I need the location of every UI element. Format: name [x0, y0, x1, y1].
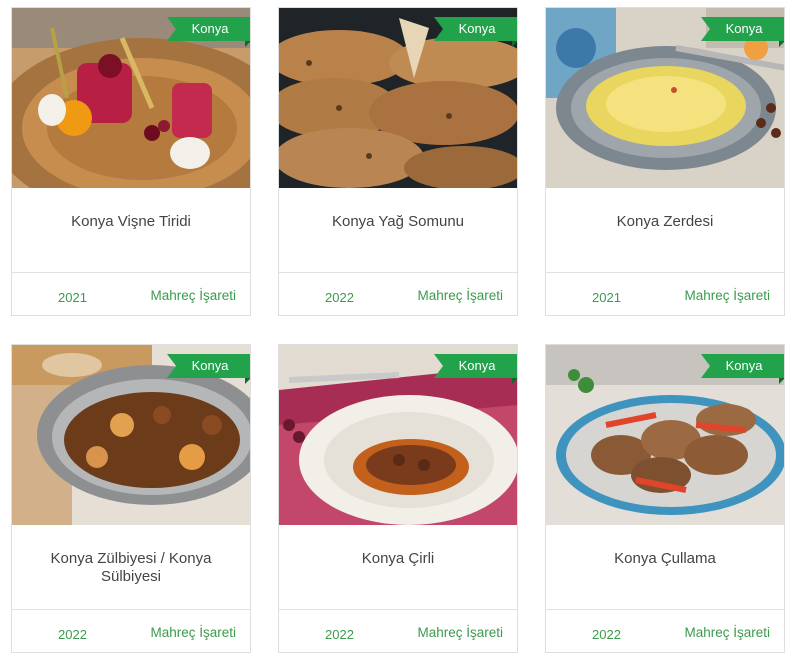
region-badge: Konya — [434, 17, 517, 41]
product-card[interactable]: Konya Konya Zerdesi 2021 Mahreç İşareti — [545, 7, 785, 316]
mahrec-link[interactable]: Mahreç İşareti — [417, 288, 503, 303]
registration-year: 2021 — [592, 290, 621, 305]
mahrec-link[interactable]: Mahreç İşareti — [684, 288, 770, 303]
card-title[interactable]: Konya Vişne Tiridi — [30, 213, 232, 231]
product-card[interactable]: Konya Konya Zülbiyesi / Konya Sülbiyesi … — [11, 344, 251, 653]
registration-year: 2022 — [325, 290, 354, 305]
mahrec-link[interactable]: Mahreç İşareti — [417, 625, 503, 640]
registration-year: 2022 — [592, 627, 621, 642]
card-title[interactable]: Konya Çirli — [297, 550, 499, 568]
registration-year: 2021 — [58, 290, 87, 305]
card-divider — [546, 609, 784, 610]
badge-fold — [779, 41, 784, 47]
mahrec-link[interactable]: Mahreç İşareti — [684, 625, 770, 640]
card-divider — [546, 272, 784, 273]
mahrec-link[interactable]: Mahreç İşareti — [150, 288, 236, 303]
card-divider — [12, 272, 250, 273]
product-card[interactable]: Konya Konya Çullama 2022 Mahreç İşareti — [545, 344, 785, 653]
card-title[interactable]: Konya Çullama — [564, 550, 766, 568]
badge-fold — [245, 378, 250, 384]
card-divider — [12, 609, 250, 610]
card-title[interactable]: Konya Yağ Somunu — [297, 213, 499, 231]
region-badge: Konya — [701, 17, 784, 41]
product-card[interactable]: Konya Konya Yağ Somunu 2022 Mahreç İşare… — [278, 7, 518, 316]
card-divider — [279, 609, 517, 610]
mahrec-link[interactable]: Mahreç İşareti — [150, 625, 236, 640]
region-badge: Konya — [434, 354, 517, 378]
product-card[interactable]: Konya Konya Çirli 2022 Mahreç İşareti — [278, 344, 518, 653]
badge-fold — [512, 378, 517, 384]
region-badge: Konya — [701, 354, 784, 378]
card-divider — [279, 272, 517, 273]
badge-fold — [779, 378, 784, 384]
region-badge: Konya — [167, 17, 250, 41]
badge-fold — [245, 41, 250, 47]
badge-fold — [512, 41, 517, 47]
card-title[interactable]: Konya Zerdesi — [564, 213, 766, 231]
region-badge: Konya — [167, 354, 250, 378]
product-card[interactable]: Konya Konya Vişne Tiridi 2021 Mahreç İşa… — [11, 7, 251, 316]
registration-year: 2022 — [325, 627, 354, 642]
registration-year: 2022 — [58, 627, 87, 642]
card-title[interactable]: Konya Zülbiyesi / Konya Sülbiyesi — [30, 550, 232, 586]
